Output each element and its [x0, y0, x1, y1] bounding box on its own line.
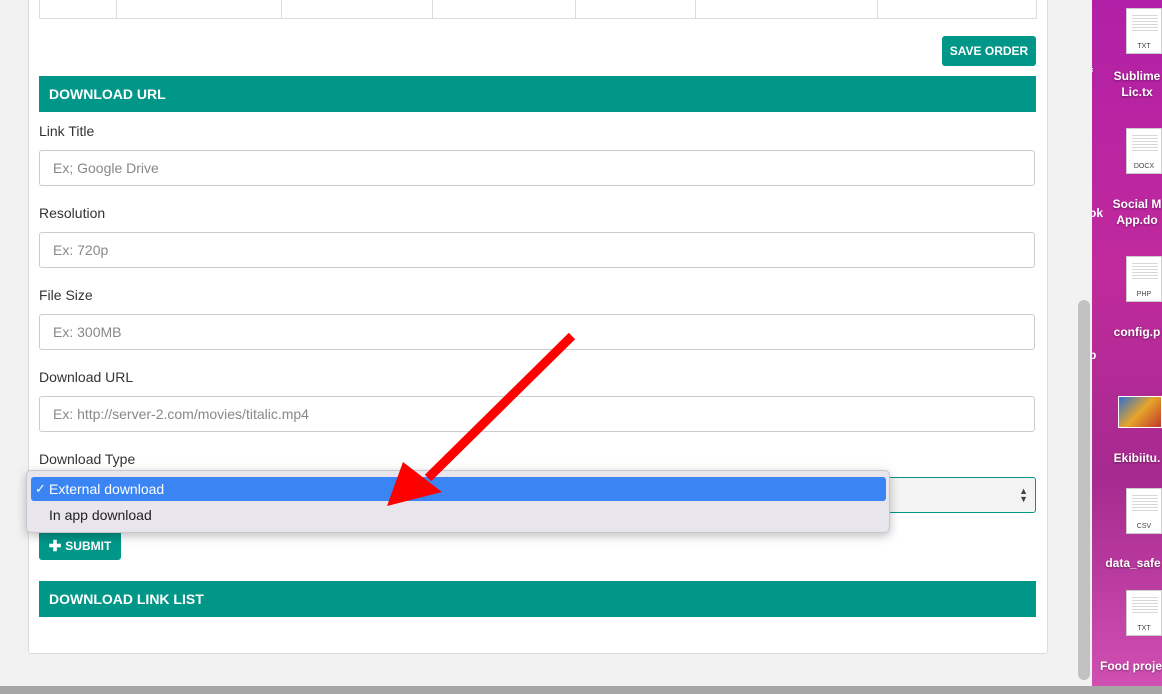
- desktop-stray-text: f: [1092, 66, 1093, 80]
- dock-bar: [0, 686, 1162, 694]
- food-project-file-label: Food proje: [1100, 659, 1162, 673]
- desktop-stray-text: ok: [1092, 206, 1104, 220]
- social-media-app-file-label: Social M App.do: [1112, 197, 1162, 227]
- red-arrow-shaft: [424, 332, 576, 482]
- data-safe-file-icon[interactable]: CSV: [1126, 488, 1162, 534]
- desktop-stray-text: p: [1092, 348, 1097, 362]
- food-project-file-icon[interactable]: TXT: [1126, 590, 1162, 636]
- red-arrow-icon: [387, 332, 576, 506]
- config-php-file-label: config.p: [1113, 325, 1161, 339]
- desktop-area: TXT SublimeLic.tx f DOCX Social MApp.do …: [1092, 0, 1162, 686]
- ekibiitu-image-thumbnail[interactable]: [1118, 396, 1162, 428]
- data-safe-file-label: data_safe: [1105, 556, 1161, 570]
- sublime-lic-file-icon[interactable]: TXT: [1126, 8, 1162, 54]
- sublime-lic-file-label: Sublime Lic.tx: [1113, 69, 1161, 99]
- social-media-app-file-icon[interactable]: DOCX: [1126, 128, 1162, 174]
- ekibiitu-file-label: Ekibiitu.: [1113, 451, 1161, 465]
- browser-viewport: # Source Order Label URL Subtitle Action…: [0, 0, 1092, 686]
- config-php-file-icon[interactable]: PHP: [1126, 256, 1162, 302]
